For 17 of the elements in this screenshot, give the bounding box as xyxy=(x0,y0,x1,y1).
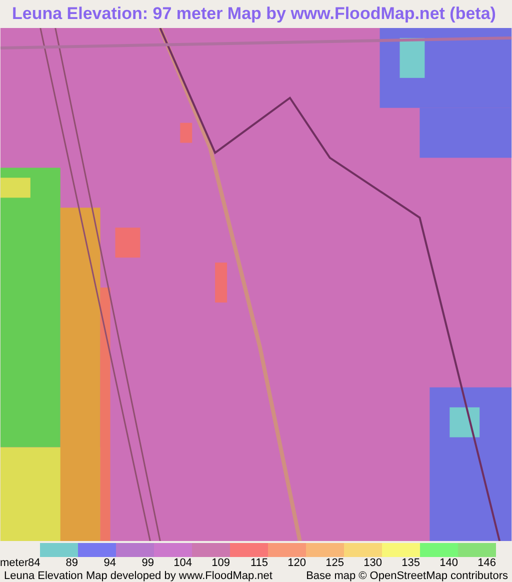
legend-label: 104 xyxy=(172,558,192,570)
legend-label: 135 xyxy=(400,558,420,570)
legend-label: 89 xyxy=(64,558,78,570)
legend-label: 115 xyxy=(249,558,268,570)
legend-label: 94 xyxy=(102,558,116,570)
footer-credit: Leuna Elevation Map developed by www.FloodMap.net xyxy=(4,570,272,582)
legend-label: 84 xyxy=(28,558,40,570)
basemap-attribution: Base map © OpenStreetMap contributors xyxy=(306,570,508,582)
legend-label: 120 xyxy=(286,558,306,570)
legend-label: 125 xyxy=(324,558,344,570)
legend-label: 146 xyxy=(476,558,496,570)
legend-label: 99 xyxy=(140,558,154,570)
legend-unit: meter xyxy=(0,558,28,570)
legend-label: 140 xyxy=(438,558,458,570)
legend-label: 130 xyxy=(362,558,382,570)
legend-label: 109 xyxy=(210,558,230,570)
page-title: Leuna Elevation: 97 meter Map by www.FloodMap.net (beta) xyxy=(12,3,496,26)
